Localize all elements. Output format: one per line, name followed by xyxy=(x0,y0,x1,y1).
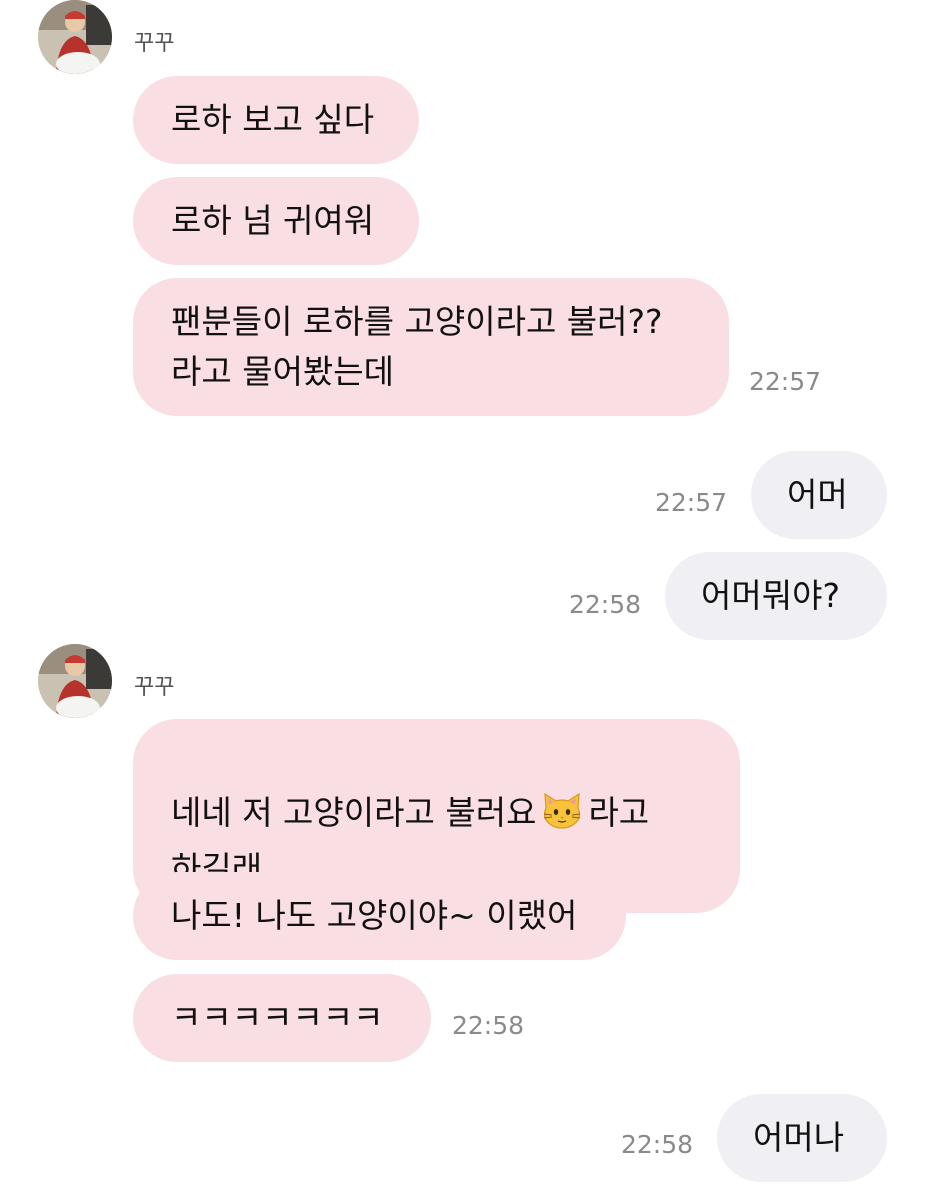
cat-face-icon xyxy=(542,792,582,844)
incoming-message[interactable]: 로하 넘 귀여워 xyxy=(133,177,419,265)
outgoing-message[interactable]: 어머 xyxy=(751,451,887,539)
sender-name: 꾸꾸 xyxy=(134,31,175,56)
outgoing-message[interactable]: 어머나 xyxy=(717,1094,887,1182)
incoming-message[interactable]: ㅋㅋㅋㅋㅋㅋㅋ xyxy=(133,974,431,1062)
incoming-message[interactable]: 나도! 나도 고양이야~ 이랬어 xyxy=(133,872,626,960)
outgoing-message[interactable]: 어머뭐야? xyxy=(665,552,887,640)
chat-screen: 꾸꾸 로하 보고 싶다 로하 넘 귀여워 팬분들이 로하를 고양이라고 불러??… xyxy=(0,0,927,1200)
message-timestamp: 22:57 xyxy=(655,488,728,517)
message-timestamp: 22:58 xyxy=(621,1130,694,1159)
incoming-message[interactable]: 팬분들이 로하를 고양이라고 불러?? 라고 물어봤는데 xyxy=(133,278,729,416)
sender-name: 꾸꾸 xyxy=(134,675,175,700)
message-text: 네네 저 고양이라고 불러요 xyxy=(171,793,537,832)
sender-avatar[interactable] xyxy=(38,0,112,74)
incoming-message[interactable]: 로하 보고 싶다 xyxy=(133,76,419,164)
sender-avatar[interactable] xyxy=(38,644,112,718)
message-timestamp: 22:58 xyxy=(569,590,642,619)
message-timestamp: 22:57 xyxy=(749,367,822,396)
message-timestamp: 22:58 xyxy=(452,1011,525,1040)
